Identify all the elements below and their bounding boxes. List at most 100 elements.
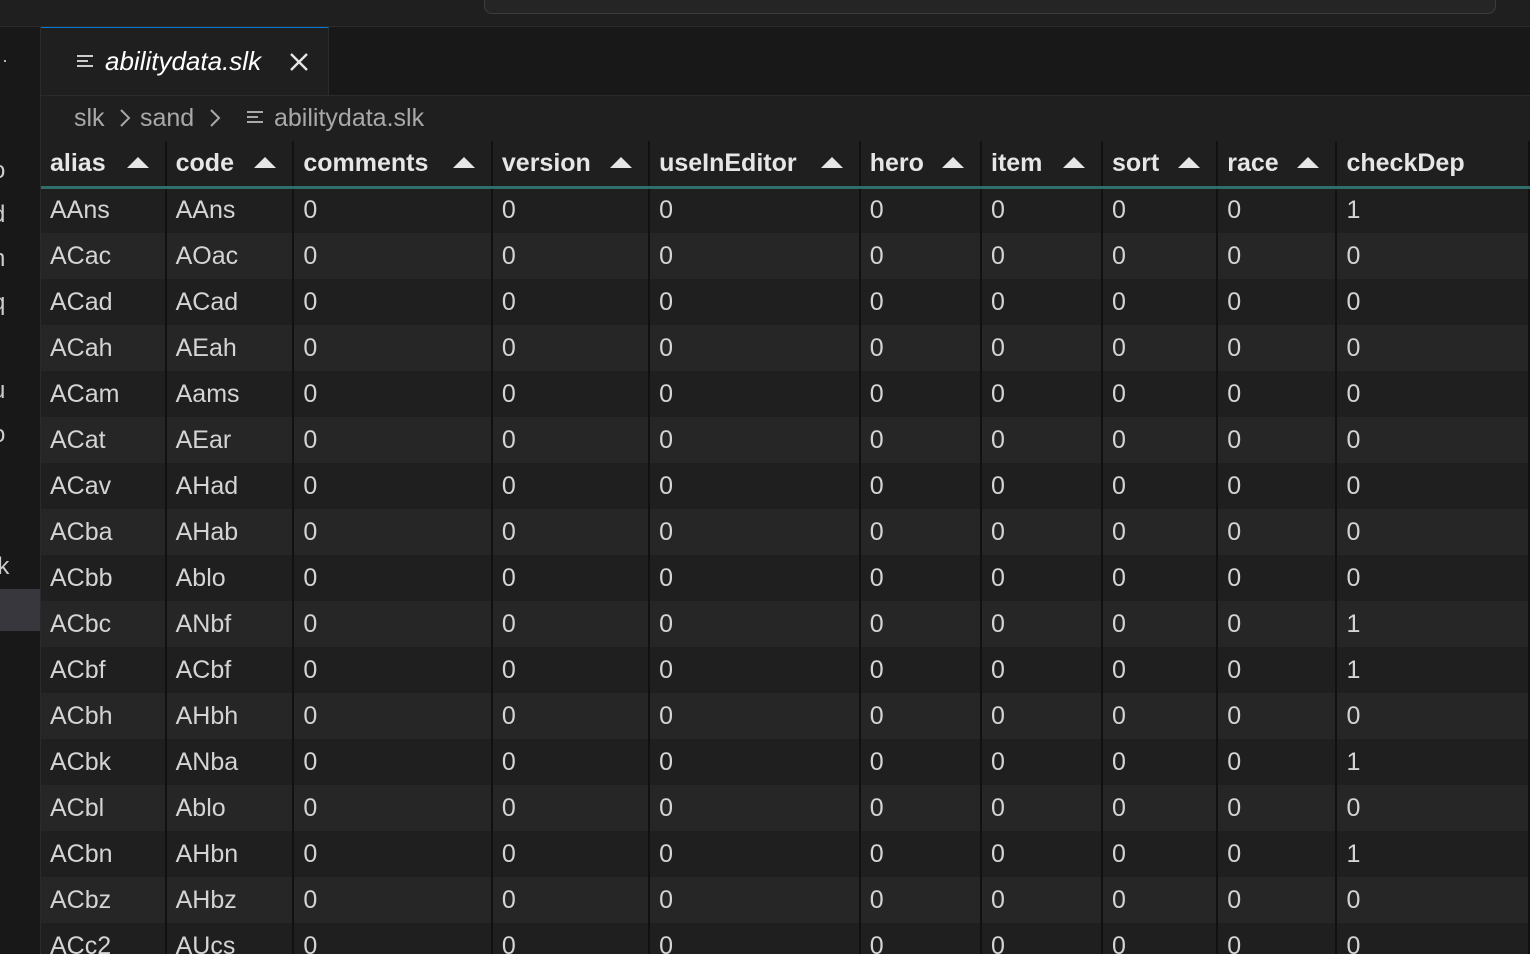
table-cell[interactable]: Ablo [165, 555, 295, 601]
table-cell[interactable]: 0 [1217, 647, 1338, 693]
table-cell[interactable]: 0 [859, 325, 983, 371]
sort-ascending-icon[interactable] [820, 157, 843, 168]
column-header-race[interactable]: race [1217, 141, 1338, 189]
table-cell[interactable]: 0 [1102, 831, 1219, 877]
table-cell[interactable]: 0 [981, 233, 1104, 279]
table-cell[interactable]: 0 [981, 923, 1104, 954]
table-row[interactable]: ACad ACad 0 0 0 0 0 0 0 0 [41, 279, 1530, 325]
table-cell[interactable]: ACbn [41, 831, 167, 877]
table-row[interactable]: ACah AEah 0 0 0 0 0 0 0 0 [41, 325, 1530, 371]
table-cell[interactable]: 0 [491, 325, 651, 371]
table-cell[interactable]: ANba [165, 739, 295, 785]
table-cell[interactable]: 0 [491, 693, 651, 739]
table-cell[interactable]: 0 [981, 463, 1104, 509]
column-header-useineditor[interactable]: useInEditor [649, 141, 861, 189]
table-cell[interactable]: 0 [981, 509, 1104, 555]
table-cell[interactable]: 0 [491, 463, 651, 509]
table-cell[interactable]: 0 [491, 417, 651, 463]
close-icon[interactable] [287, 50, 311, 74]
table-cell[interactable]: AHbh [165, 693, 295, 739]
table-cell[interactable]: 0 [1102, 555, 1219, 601]
table-cell[interactable]: ACc2 [41, 923, 167, 954]
table-cell[interactable]: 0 [1102, 647, 1219, 693]
table-cell[interactable]: 0 [293, 417, 493, 463]
table-cell[interactable]: 0 [1102, 463, 1219, 509]
table-cell[interactable]: 0 [1217, 555, 1338, 601]
table-row[interactable]: ACbn AHbn 0 0 0 0 0 0 0 1 [41, 831, 1530, 877]
table-cell[interactable]: 0 [1102, 739, 1219, 785]
table-cell[interactable]: 0 [859, 371, 983, 417]
table-cell[interactable]: 0 [649, 923, 861, 954]
table-cell[interactable]: 0 [1102, 371, 1219, 417]
table-cell[interactable]: 0 [649, 647, 861, 693]
table-row[interactable]: ACbh AHbh 0 0 0 0 0 0 0 0 [41, 693, 1530, 739]
table-cell[interactable]: 0 [649, 739, 861, 785]
table-cell[interactable]: ANbf [165, 601, 295, 647]
table-cell[interactable]: 0 [859, 831, 983, 877]
table-cell[interactable]: 0 [491, 279, 651, 325]
table-cell[interactable]: AEar [165, 417, 295, 463]
sort-ascending-icon[interactable] [1297, 157, 1320, 168]
table-cell[interactable]: 0 [1336, 371, 1530, 417]
table-row[interactable]: ACac AOac 0 0 0 0 0 0 0 0 [41, 233, 1530, 279]
table-cell[interactable]: 0 [1102, 877, 1219, 923]
table-cell[interactable]: 0 [293, 647, 493, 693]
table-cell[interactable]: 0 [981, 831, 1104, 877]
breadcrumb-item-file[interactable]: abilitydata.slk [274, 103, 424, 133]
table-cell[interactable]: 0 [649, 417, 861, 463]
table-cell[interactable]: ACbf [41, 647, 167, 693]
sidebar-item-fragment[interactable]: o [0, 157, 40, 185]
table-cell[interactable]: 0 [981, 187, 1104, 233]
table-cell[interactable]: 0 [1217, 877, 1338, 923]
table-cell[interactable]: 0 [293, 601, 493, 647]
table-cell[interactable]: 0 [1336, 233, 1530, 279]
table-cell[interactable]: 0 [981, 693, 1104, 739]
table-cell[interactable]: ACad [41, 279, 167, 325]
table-cell[interactable]: ACbk [41, 739, 167, 785]
table-cell[interactable]: 0 [649, 325, 861, 371]
table-cell[interactable]: 0 [859, 509, 983, 555]
table-cell[interactable]: 0 [1102, 417, 1219, 463]
sidebar-item-fragment[interactable]: d [0, 201, 40, 229]
table-cell[interactable]: 0 [293, 923, 493, 954]
table-cell[interactable]: ACbf [165, 647, 295, 693]
table-cell[interactable]: 0 [1217, 831, 1338, 877]
breadcrumb-item-slk[interactable]: slk [74, 103, 105, 133]
table-cell[interactable]: 0 [1217, 279, 1338, 325]
table-cell[interactable]: 0 [859, 463, 983, 509]
table-cell[interactable]: 0 [1336, 279, 1530, 325]
table-cell[interactable]: 0 [649, 693, 861, 739]
table-cell[interactable]: 1 [1336, 739, 1530, 785]
table-cell[interactable]: 0 [649, 601, 861, 647]
sidebar-item-fragment[interactable]: q [0, 289, 40, 317]
table-cell[interactable]: 0 [981, 877, 1104, 923]
table-cell[interactable]: 0 [491, 739, 651, 785]
column-header-comments[interactable]: comments [293, 141, 493, 189]
sort-ascending-icon[interactable] [1063, 157, 1086, 168]
sidebar-selected-item[interactable] [0, 589, 40, 631]
table-cell[interactable]: AAns [165, 187, 295, 233]
table-cell[interactable]: 0 [1217, 693, 1338, 739]
table-cell[interactable]: 0 [293, 187, 493, 233]
table-cell[interactable]: 0 [293, 877, 493, 923]
table-cell[interactable]: 0 [1102, 509, 1219, 555]
table-row[interactable]: ACbz AHbz 0 0 0 0 0 0 0 0 [41, 877, 1530, 923]
table-row[interactable]: AAns AAns 0 0 0 0 0 0 0 1 [41, 187, 1530, 233]
table-cell[interactable]: 0 [1102, 785, 1219, 831]
table-cell[interactable]: 0 [491, 831, 651, 877]
column-header-hero[interactable]: hero [859, 141, 983, 189]
table-cell[interactable]: ACbl [41, 785, 167, 831]
table-cell[interactable]: 0 [981, 601, 1104, 647]
table-cell[interactable]: 0 [981, 371, 1104, 417]
column-header-checkdep[interactable]: checkDep [1336, 141, 1530, 189]
table-cell[interactable]: 0 [1336, 325, 1530, 371]
table-cell[interactable]: 0 [859, 647, 983, 693]
table-row[interactable]: ACc2 AUcs 0 0 0 0 0 0 0 0 [41, 923, 1530, 954]
table-cell[interactable]: 0 [981, 417, 1104, 463]
table-cell[interactable]: 0 [1336, 555, 1530, 601]
table-cell[interactable]: ACad [165, 279, 295, 325]
table-cell[interactable]: ACbh [41, 693, 167, 739]
sidebar-item-fragment[interactable]: o [0, 421, 40, 449]
table-cell[interactable]: 0 [649, 463, 861, 509]
table-cell[interactable]: ACba [41, 509, 167, 555]
